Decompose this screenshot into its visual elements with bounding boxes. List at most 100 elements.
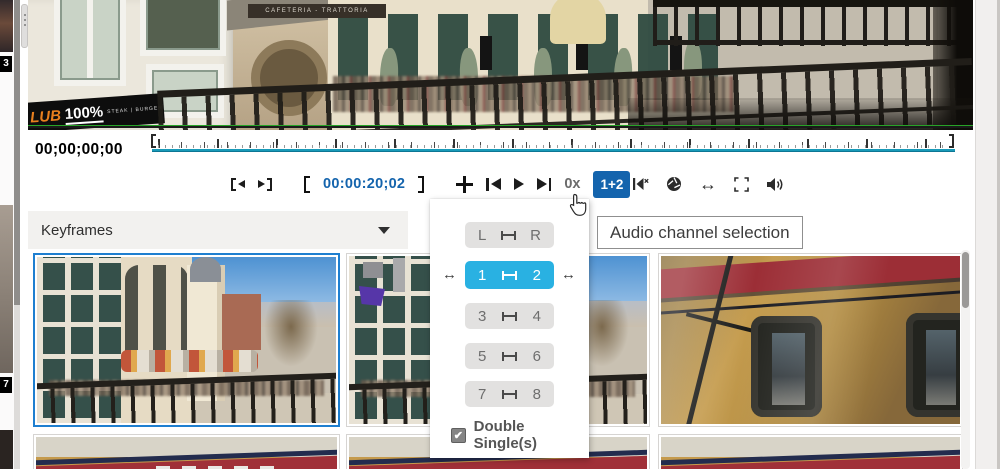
left-edge-panel: 3 7 (0, 0, 14, 469)
skip-to-end-button[interactable] (537, 174, 552, 194)
audio-option-3-4[interactable]: 3 4 (465, 303, 554, 329)
left-triangle-icon (491, 178, 501, 190)
right-triangle-icon (537, 178, 547, 190)
mark-in-icon[interactable] (304, 176, 310, 193)
checkbox-label: Double Single(s) (474, 418, 589, 452)
video-content-window (140, 0, 226, 56)
thumb-building (222, 294, 261, 350)
timeline-out-bracket (949, 134, 954, 148)
transport-bar: 00:00:20;02 0x 1+2 (231, 169, 630, 199)
audio-option-L-R[interactable]: L R (465, 222, 554, 248)
video-safe-area-line (28, 125, 973, 128)
video-content-window (54, 0, 126, 86)
keyframes-dropdown-value: Keyframes (41, 222, 113, 239)
transport-bar-right: ↔ (632, 169, 785, 199)
playback-speed-indicator[interactable]: 0x (564, 176, 580, 192)
bar-icon (486, 178, 489, 191)
edge-thumbnail-badge: 7 (0, 377, 12, 393)
grid-scrollbar[interactable] (961, 250, 970, 469)
player-viewport[interactable]: LUB 100% STEAK | BURGER CAFETERIA - TRAT… (28, 0, 973, 130)
thumbnail-image (36, 437, 337, 469)
channel-left-label: 1 (478, 267, 486, 284)
play-icon (514, 178, 524, 190)
thumb-flag (363, 262, 383, 278)
left-scrollbar[interactable] (14, 0, 20, 469)
grid-scrollbar-thumb[interactable] (962, 252, 969, 308)
app-window: 3 7 LUB 100% STEAK | BURGER CAFETERIA - … (0, 0, 1000, 469)
audio-option-5-6[interactable]: 5 6 (465, 343, 554, 369)
mark-out-icon[interactable] (418, 176, 424, 193)
edge-thumbnail[interactable] (0, 430, 13, 469)
goto-previous-event-button[interactable] (231, 174, 245, 194)
panel-splitter-grip[interactable] (21, 4, 28, 48)
keyframe-thumbnail-selected[interactable] (33, 253, 340, 427)
keyframe-thumbnail[interactable] (658, 253, 963, 427)
channel-right-label: 6 (533, 348, 541, 365)
timeline-in-bracket (151, 134, 156, 148)
channel-left-label: L (478, 227, 486, 244)
left-triangle-icon (238, 180, 245, 188)
channel-right-label: 4 (533, 308, 541, 325)
duration-timecode[interactable]: 00:00:20;02 (323, 176, 405, 192)
shift-channels-right-icon[interactable]: ↔ (561, 265, 576, 285)
video-content-menu-board (480, 36, 492, 70)
keyframe-thumbnail[interactable] (658, 434, 963, 469)
thumbnail-image (37, 257, 336, 423)
timeline-ruler[interactable] (158, 139, 948, 148)
left-scrollbar-thumb[interactable] (14, 0, 20, 305)
keyframe-thumbnail[interactable] (33, 434, 340, 469)
fullscreen-button[interactable] (734, 174, 749, 194)
chevron-down-icon (378, 227, 390, 234)
video-content-umbrella (550, 0, 606, 44)
video-content-cafeteria-sign: CAFETERIA - TRATTORIA (248, 4, 386, 18)
audio-option-7-8[interactable]: 7 8 (465, 381, 554, 407)
bracket-icon (231, 178, 236, 191)
volume-button[interactable] (766, 174, 785, 194)
thumb-umbrellas (121, 350, 259, 372)
right-triangle-icon (258, 180, 265, 188)
edge-thumbnail[interactable] (0, 205, 13, 373)
goto-next-event-button[interactable] (258, 174, 272, 194)
channel-link-icon (502, 271, 517, 280)
thumbnail-image (661, 437, 960, 469)
thumb-gloss (661, 256, 960, 424)
channel-left-label: 5 (478, 348, 486, 365)
thumb-tree (264, 300, 318, 366)
tooltip: Audio channel selection (597, 216, 803, 249)
thumbnail-image (661, 256, 960, 424)
double-singles-checkbox-row[interactable]: ✔ Double Single(s) (451, 418, 589, 452)
mute-button[interactable] (632, 174, 649, 194)
add-marker-button[interactable] (456, 176, 473, 193)
shift-channels-left-icon[interactable]: ↔ (442, 265, 457, 285)
channel-left-label: 3 (478, 308, 486, 325)
thumb-flag (359, 286, 385, 306)
audio-channel-button[interactable]: 1+2 (593, 171, 630, 198)
fullscreen-icon (734, 177, 749, 192)
skip-to-start-button[interactable] (486, 174, 501, 194)
channel-right-label: 2 (533, 267, 541, 284)
channel-right-label: R (530, 227, 541, 244)
channel-link-icon (502, 352, 517, 361)
horizontal-pan-button[interactable]: ↔ (699, 175, 717, 193)
club-sign-text: LUB (30, 107, 62, 126)
channel-right-label: 8 (533, 386, 541, 403)
speaker-icon (766, 177, 785, 192)
edge-thumbnail-badge: 3 (0, 56, 12, 72)
right-edge-panel (975, 0, 1000, 469)
club-sign-percent: 100% (64, 103, 104, 125)
aperture-icon (666, 176, 682, 192)
club-sign-subtext: STEAK | BURGER (107, 105, 163, 115)
thumb-flag (393, 258, 405, 292)
bar-icon (549, 178, 552, 191)
checkbox-checked-icon[interactable]: ✔ (451, 428, 466, 443)
keyframes-dropdown[interactable]: Keyframes (28, 211, 408, 249)
thumb-tram-signs (156, 466, 282, 469)
audio-option-1-2-selected[interactable]: 1 2 (465, 261, 554, 289)
timeline-track[interactable] (152, 149, 955, 152)
channel-link-icon (502, 312, 517, 321)
edge-thumbnail[interactable] (0, 0, 13, 52)
mute-icon (632, 177, 649, 191)
aperture-settings-button[interactable] (666, 174, 682, 194)
channel-link-icon (502, 390, 517, 399)
play-button[interactable] (514, 174, 524, 194)
